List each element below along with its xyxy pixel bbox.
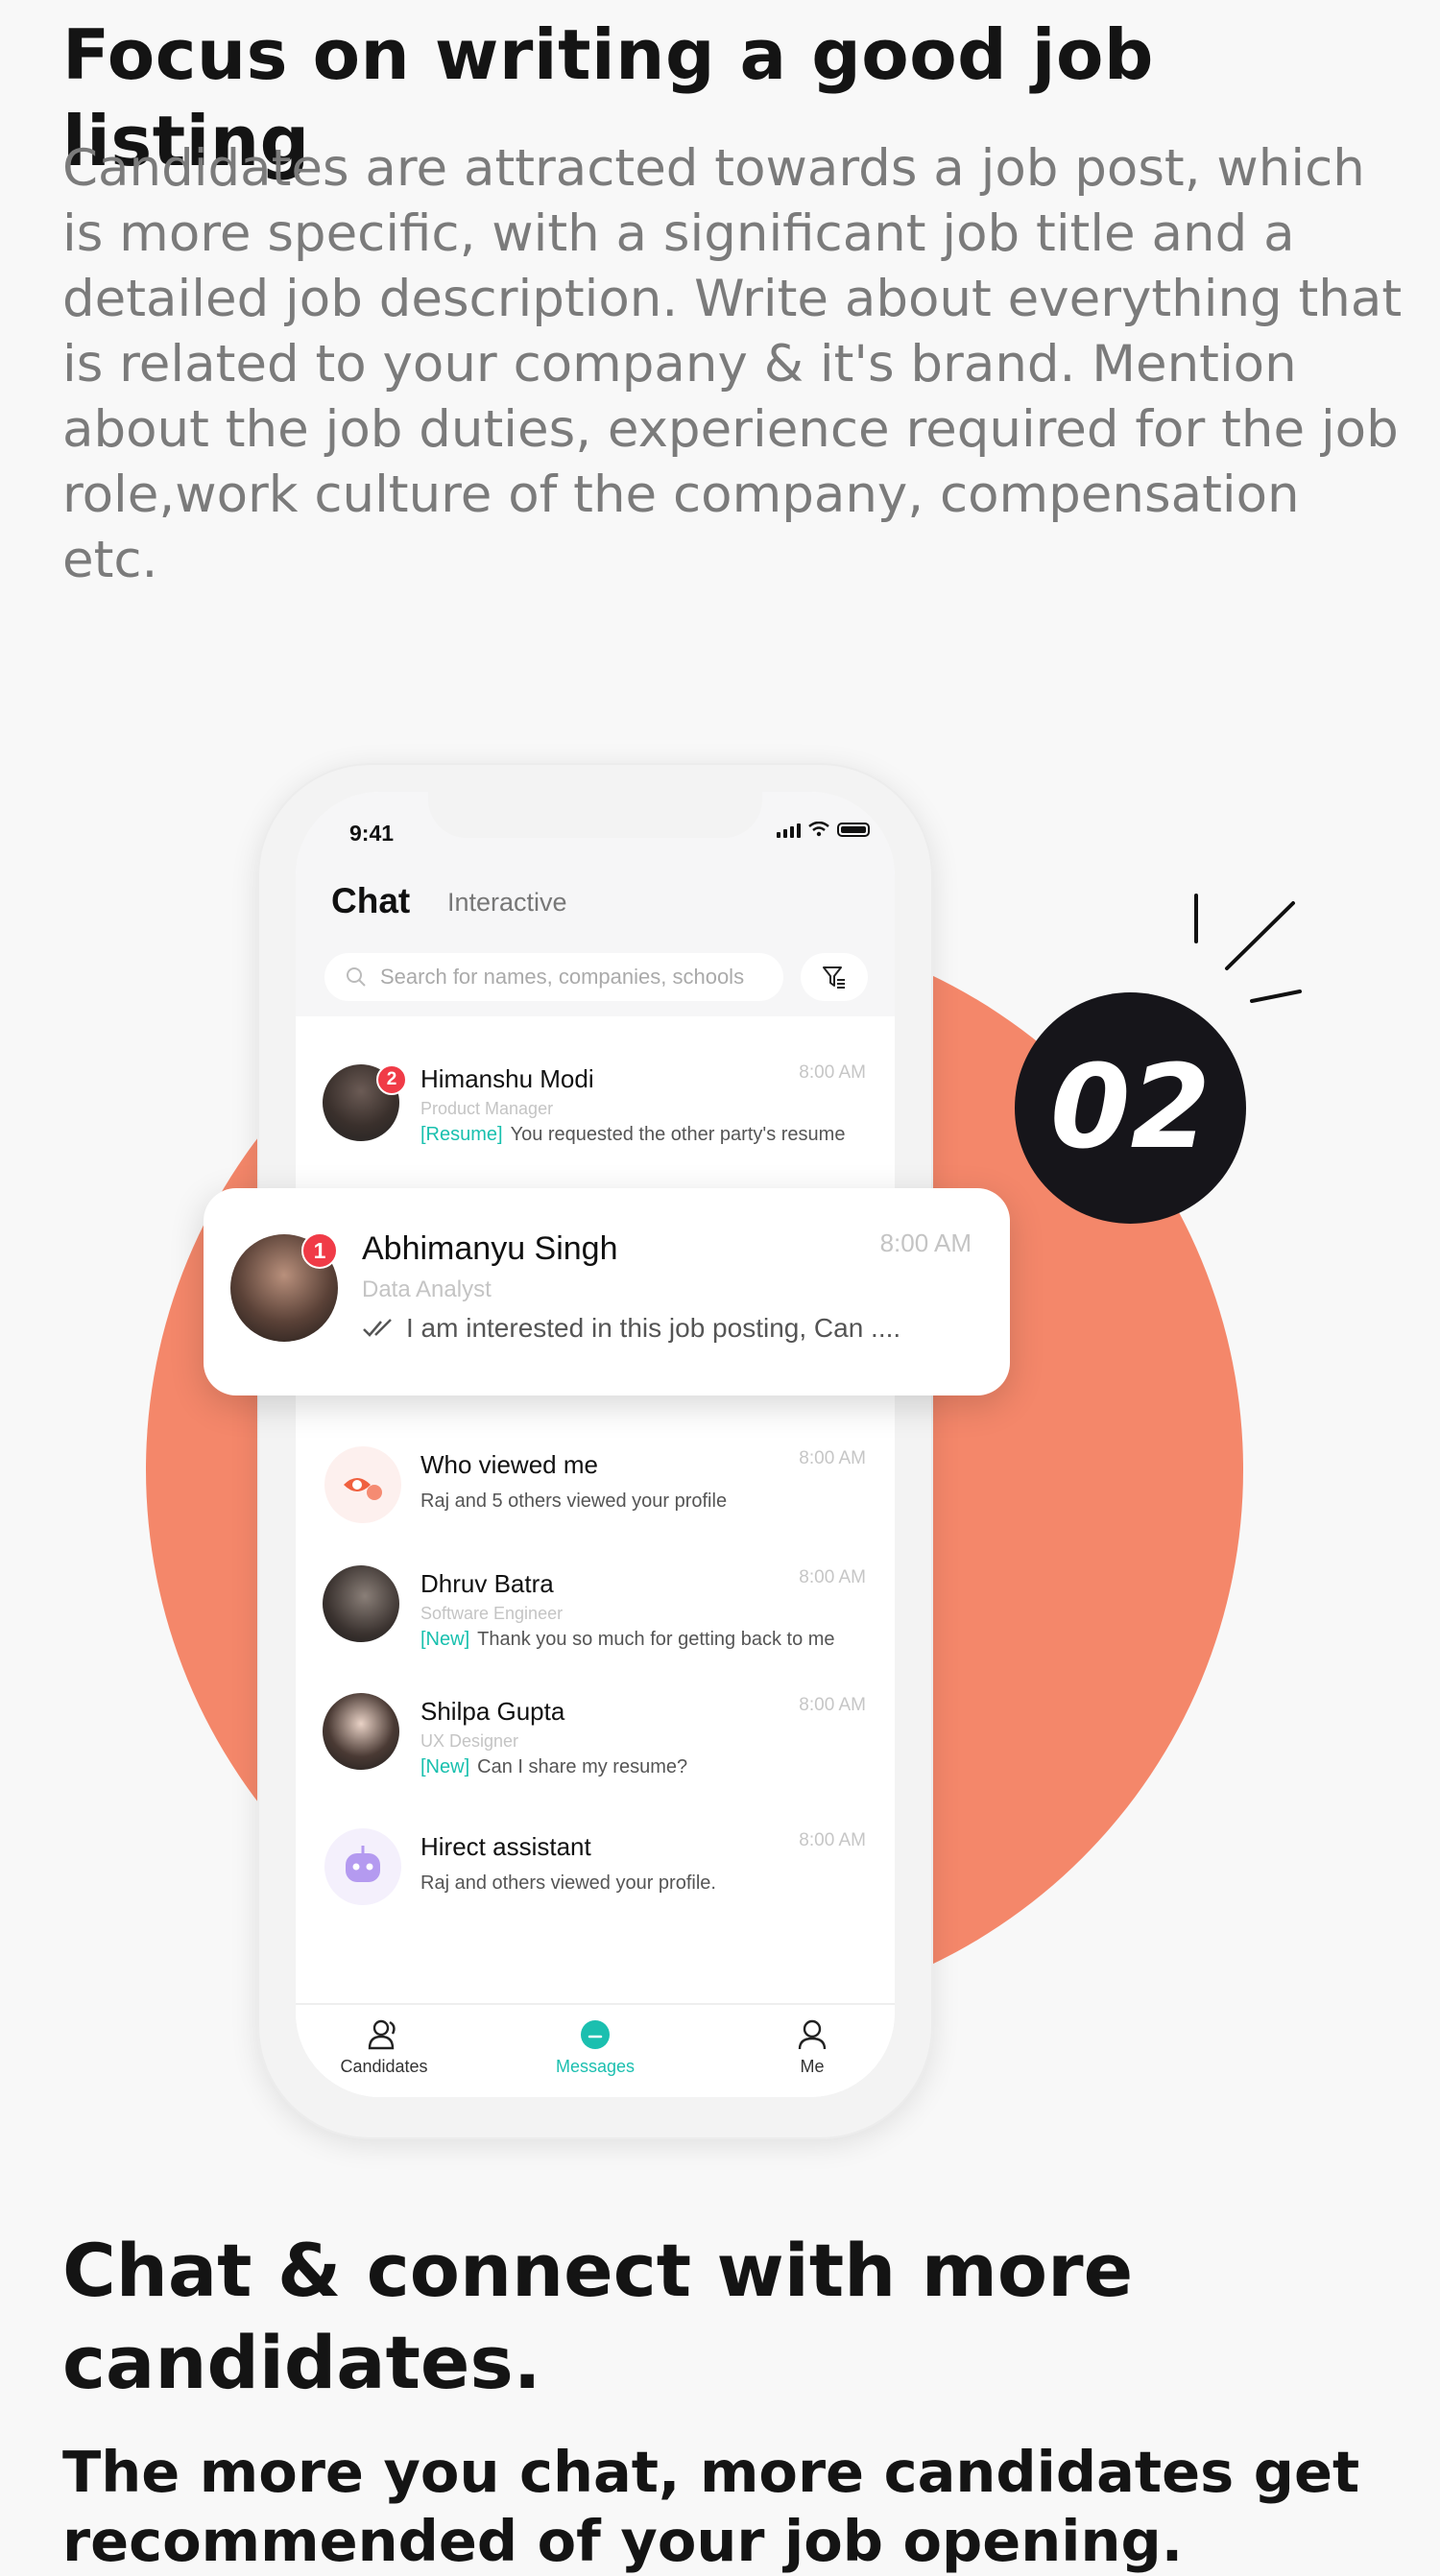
message-time: 8:00 AM <box>799 1830 866 1850</box>
contact-role: Product Manager <box>420 1099 554 1118</box>
highlighted-conversation-card[interactable]: 1 Abhimanyu Singh Data Analyst I am inte… <box>204 1188 1010 1395</box>
avatar <box>323 1693 399 1770</box>
bottom-tab-bar: Candidates Messages Me <box>296 2003 895 2097</box>
contact-role: Software Engineer <box>420 1604 564 1623</box>
contact-role: Data Analyst <box>362 1276 492 1302</box>
sparkle-decoration-icon <box>1194 894 1302 1003</box>
message-text: You requested the other party's resume <box>510 1124 846 1145</box>
conversation-item[interactable]: Hirect assistant Raj and others viewed y… <box>296 1815 895 1930</box>
candidates-icon <box>368 2019 396 2050</box>
signal-icon <box>777 821 801 838</box>
message-preview: [Resume] You requested the other party's … <box>420 1124 845 1146</box>
step-number-badge: 02 <box>1015 992 1246 1224</box>
tab-candidates[interactable]: Candidates <box>317 2018 451 2077</box>
phone-notch <box>428 792 762 838</box>
tab-messages[interactable]: Messages <box>528 2018 662 2077</box>
message-tag: [New] <box>420 1756 470 1777</box>
conversation-item[interactable]: 2 Himanshu Modi Product Manager [Resume]… <box>296 1043 895 1158</box>
section-description: Candidates are attracted towards a job p… <box>62 139 1403 589</box>
contact-name: Hirect assistant <box>420 1832 591 1861</box>
unread-badge: 1 <box>301 1232 338 1269</box>
message-time: 8:00 AM <box>799 1695 866 1715</box>
message-preview: Raj and 5 others viewed your profile <box>420 1491 728 1512</box>
message-preview: [New] Can I share my resume? <box>420 1756 687 1778</box>
phone-screen: 9:41 Chat Interactive Search for names, … <box>296 792 895 2097</box>
message-time: 8:00 AM <box>799 1567 866 1587</box>
conversation-item[interactable]: Shilpa Gupta UX Designer [New] Can I shar… <box>296 1680 895 1795</box>
contact-name: Who viewed me <box>420 1450 598 1479</box>
message-text: I am interested in this job posting, Can… <box>406 1313 901 1343</box>
avatar <box>323 1565 399 1642</box>
filter-icon <box>823 966 845 989</box>
message-tag: [Resume] <box>420 1124 503 1145</box>
tab-me[interactable]: Me <box>745 2018 879 2077</box>
who-viewed-me-icon <box>324 1446 401 1523</box>
message-tag: [New] <box>420 1629 470 1650</box>
contact-name: Dhruv Batra <box>420 1569 554 1598</box>
contact-name: Shilpa Gupta <box>420 1697 565 1726</box>
unread-badge: 2 <box>376 1064 407 1095</box>
eye-icon <box>344 1478 382 1500</box>
conversation-item[interactable]: Dhruv Batra Software Engineer [New] Thank… <box>296 1552 895 1667</box>
message-text: Can I share my resume? <box>477 1756 688 1777</box>
phone-mockup: 9:41 Chat Interactive Search for names, … <box>257 763 933 2139</box>
conversation-item[interactable]: Who viewed me Raj and 5 others viewed yo… <box>296 1433 895 1548</box>
message-preview: Raj and others viewed your profile. <box>420 1872 716 1894</box>
message-text: Thank you so much for getting back to me <box>477 1629 835 1650</box>
messages-icon <box>581 2020 610 2049</box>
contact-name: Abhimanyu Singh <box>362 1230 618 1267</box>
status-icons <box>777 821 870 838</box>
robot-icon <box>346 1846 380 1882</box>
message-preview: I am interested in this job posting, Can… <box>362 1313 900 1344</box>
status-time: 9:41 <box>349 821 395 846</box>
tab-label: Me <box>800 2057 825 2076</box>
message-time: 8:00 AM <box>879 1228 972 1257</box>
search-icon <box>347 967 366 987</box>
contact-role: UX Designer <box>420 1731 519 1751</box>
double-check-icon <box>363 1319 392 1337</box>
tab-label: Messages <box>555 2057 636 2076</box>
message-time: 8:00 AM <box>799 1448 866 1468</box>
search-placeholder: Search for names, companies, schools <box>380 965 745 989</box>
tab-label: Candidates <box>340 2057 428 2076</box>
battery-icon <box>837 822 870 837</box>
search-input[interactable]: Search for names, companies, schools <box>324 953 783 1001</box>
tab-chat[interactable]: Chat <box>331 881 410 921</box>
filter-button[interactable] <box>801 953 868 1001</box>
tab-interactive[interactable]: Interactive <box>447 888 567 918</box>
section-title: Chat & connect with more candidates. <box>62 2228 1134 2405</box>
wifi-icon <box>808 822 829 837</box>
message-time: 8:00 AM <box>799 1062 866 1083</box>
person-icon <box>798 2019 827 2050</box>
assistant-icon <box>324 1828 401 1905</box>
contact-name: Himanshu Modi <box>420 1064 594 1093</box>
message-preview: [New] Thank you so much for getting back … <box>420 1629 835 1651</box>
section-subtitle: The more you chat, more candidates get r… <box>62 2439 1360 2574</box>
